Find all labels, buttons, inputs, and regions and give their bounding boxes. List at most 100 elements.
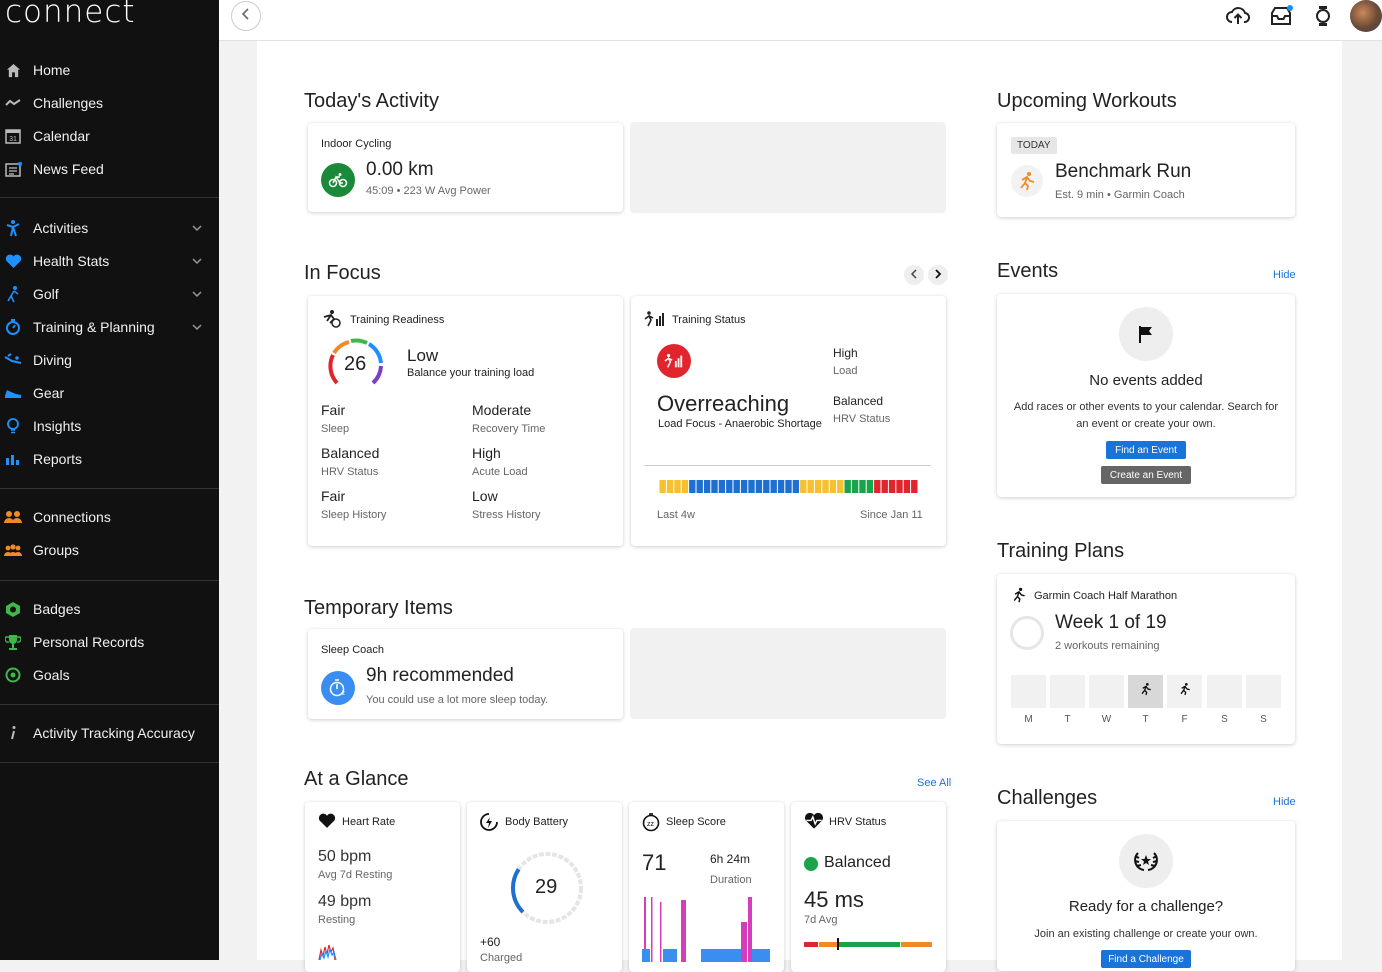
- no-events-title: No events added: [1089, 372, 1203, 389]
- nav-insights[interactable]: Insights: [0, 410, 219, 443]
- body-battery-card[interactable]: Body Battery 29 +60 Charged: [467, 802, 622, 972]
- calendar-icon: 31: [4, 127, 22, 145]
- shoe-icon: [4, 384, 22, 402]
- watch-icon[interactable]: [1311, 4, 1335, 28]
- sleep-duration-label: Duration: [710, 874, 752, 886]
- status-bar-segment: [689, 480, 696, 493]
- events-hide-link[interactable]: Hide: [1273, 269, 1296, 281]
- nav-activities[interactable]: Activities: [0, 212, 219, 245]
- charged-value: +60: [480, 935, 501, 949]
- nav-training-planning[interactable]: Training & Planning: [0, 311, 219, 344]
- plan-week: Week 1 of 19: [1055, 612, 1167, 633]
- in-focus-title: In Focus: [304, 262, 381, 284]
- status-bar-segment: [844, 480, 851, 493]
- stat-recovery-label: Recovery Time: [472, 423, 546, 435]
- challenges-heading: Ready for a challenge?: [1068, 898, 1224, 915]
- stat-sleep-value: Fair: [321, 402, 346, 418]
- nav-goals[interactable]: Goals: [0, 659, 219, 692]
- carousel-next-button[interactable]: [928, 265, 948, 285]
- hrv-status-card[interactable]: HRV Status Balanced 45 ms 7d Avg: [791, 802, 946, 972]
- load-value: High: [833, 346, 858, 360]
- nav-badges[interactable]: Badges: [0, 593, 219, 626]
- back-button[interactable]: [231, 1, 261, 31]
- nav-gear[interactable]: Gear: [0, 377, 219, 410]
- training-status-history-bar: [659, 480, 918, 493]
- find-event-button[interactable]: Find an Event: [1106, 441, 1186, 459]
- day-box-tue[interactable]: [1050, 675, 1085, 708]
- nav-label: Training & Planning: [33, 319, 155, 335]
- hr-resting-value: 49 bpm: [318, 893, 372, 910]
- day-box-thu[interactable]: [1128, 675, 1163, 708]
- find-challenge-button[interactable]: Find a Challenge: [1101, 950, 1191, 968]
- nav-diving[interactable]: Diving: [0, 344, 219, 377]
- nav-label: Golf: [33, 286, 59, 302]
- nav-label: Health Stats: [33, 253, 110, 269]
- body-battery-title: Body Battery: [505, 816, 568, 828]
- create-event-button[interactable]: Create an Event: [1101, 466, 1191, 484]
- nav-home[interactable]: Home: [0, 54, 219, 87]
- status-bar-segment: [733, 480, 740, 493]
- readiness-title: Training Readiness: [350, 314, 445, 326]
- nav-label: Personal Records: [33, 634, 145, 650]
- nav-health-stats[interactable]: Health Stats: [0, 245, 219, 278]
- sleep-coach-card[interactable]: Sleep Coach z 9h recommended You could u…: [308, 629, 623, 719]
- sidebar-divider: [0, 704, 219, 705]
- training-plans-title: Training Plans: [997, 540, 1125, 562]
- status-bar-segment: [718, 480, 726, 493]
- news-feed-icon: [4, 160, 22, 178]
- heart-rate-card[interactable]: Heart Rate 50 bpm Avg 7d Resting 49 bpm …: [305, 802, 460, 972]
- inbox-icon[interactable]: [1269, 4, 1293, 28]
- stat-acute-load-value: High: [472, 445, 501, 461]
- nav-personal-records[interactable]: Personal Records: [0, 626, 219, 659]
- hrv-status-title: HRV Status: [829, 816, 887, 828]
- nav-calendar[interactable]: 31 Calendar: [0, 120, 219, 153]
- chevron-right-icon: [934, 266, 942, 284]
- trophy-icon: [4, 633, 22, 651]
- nav-news-feed[interactable]: News Feed: [0, 153, 219, 186]
- status-bar-segment: [755, 480, 763, 493]
- training-status-value: Overreaching: [657, 391, 790, 416]
- day-box-sun[interactable]: [1246, 675, 1281, 708]
- training-status-card[interactable]: Training Status High Load Overreaching L…: [631, 296, 946, 546]
- sleep-score-value: 71: [642, 850, 667, 875]
- status-bar-segment: [800, 480, 807, 493]
- calendar-day-number: 31: [9, 136, 17, 143]
- nav-reports[interactable]: Reports: [0, 443, 219, 476]
- carousel-prev-button[interactable]: [904, 265, 924, 285]
- runner-icon: [1179, 682, 1191, 701]
- status-divider: [644, 465, 931, 466]
- target-icon: [4, 666, 22, 684]
- day-box-sat[interactable]: [1207, 675, 1242, 708]
- nav-groups[interactable]: Groups: [0, 534, 219, 567]
- events-card: No events added Add races or other event…: [997, 294, 1295, 497]
- runner-icon: [1011, 587, 1027, 608]
- temporary-items-title: Temporary Items: [304, 597, 453, 619]
- avatar[interactable]: [1350, 0, 1382, 32]
- nav-challenges[interactable]: Challenges: [0, 87, 219, 120]
- challenges-icon: [4, 94, 22, 112]
- todays-activity-card[interactable]: Indoor Cycling 0.00 km 45:09 • 223 W Avg…: [308, 123, 623, 212]
- nav-golf[interactable]: Golf: [0, 278, 219, 311]
- day-box-mon[interactable]: [1011, 675, 1046, 708]
- status-bar-segment: [681, 480, 689, 493]
- chevron-down-icon: [192, 286, 202, 304]
- nav-label: Goals: [33, 667, 70, 683]
- status-bar-segment: [792, 480, 800, 493]
- nav-activity-tracking-accuracy[interactable]: Activity Tracking Accuracy: [0, 717, 219, 750]
- upcoming-workout-card[interactable]: TODAY Benchmark Run Est. 9 min • Garmin …: [997, 123, 1295, 217]
- sleep-coach-icon: z: [321, 671, 355, 705]
- day-box-fri[interactable]: [1167, 675, 1202, 708]
- challenges-hide-link[interactable]: Hide: [1273, 796, 1296, 808]
- diving-icon: [4, 351, 22, 369]
- training-readiness-card[interactable]: Training Readiness 26 Low Balance your t…: [308, 296, 623, 546]
- sleep-score-card[interactable]: zz Sleep Score 71 6h 24m Duration: [629, 802, 784, 972]
- upload-cloud-icon[interactable]: [1226, 4, 1250, 28]
- today-badge: TODAY: [1011, 137, 1057, 154]
- connect-logo[interactable]: connect: [5, 0, 136, 30]
- day-box-wed[interactable]: [1089, 675, 1124, 708]
- nav-connections[interactable]: Connections: [0, 501, 219, 534]
- stat-recovery-value: Moderate: [472, 402, 532, 418]
- see-all-link[interactable]: See All: [917, 777, 951, 789]
- range-start: Last 4w: [657, 509, 695, 521]
- status-bar-segment: [659, 480, 666, 493]
